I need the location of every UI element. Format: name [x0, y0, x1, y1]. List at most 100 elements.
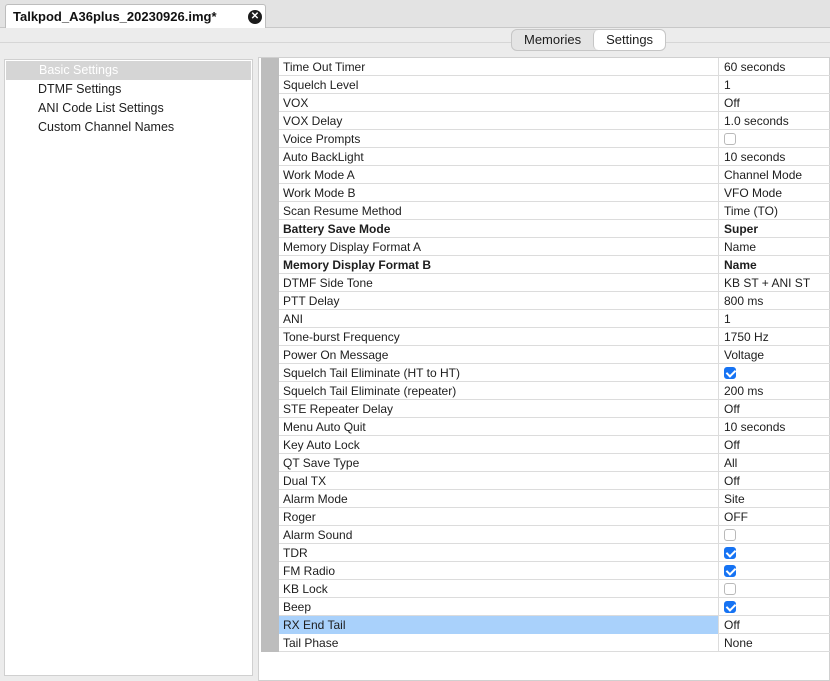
- setting-value[interactable]: Super: [720, 220, 830, 238]
- table-row[interactable]: Alarm Sound: [279, 526, 830, 544]
- setting-value[interactable]: Off: [720, 436, 830, 454]
- setting-value[interactable]: All: [720, 454, 830, 472]
- setting-value[interactable]: Off: [720, 94, 830, 112]
- table-row[interactable]: DTMF Side Tone KB ST + ANI ST: [279, 274, 830, 292]
- setting-value[interactable]: 10 seconds: [720, 148, 830, 166]
- setting-name: Battery Save Mode: [279, 220, 719, 238]
- setting-name: STE Repeater Delay: [279, 400, 719, 418]
- setting-value[interactable]: KB ST + ANI ST: [720, 274, 830, 292]
- view-switcher: Memories Settings: [511, 29, 667, 51]
- table-row[interactable]: Roger OFF: [279, 508, 830, 526]
- checkbox-checked[interactable]: [724, 547, 736, 559]
- setting-value[interactable]: Off: [720, 616, 830, 634]
- setting-name: Squelch Level: [279, 76, 719, 94]
- table-row[interactable]: FM Radio: [279, 562, 830, 580]
- table-row[interactable]: Work Mode A Channel Mode: [279, 166, 830, 184]
- tab-settings[interactable]: Settings: [593, 30, 666, 50]
- table-row[interactable]: Memory Display Format A Name: [279, 238, 830, 256]
- setting-value[interactable]: 200 ms: [720, 382, 830, 400]
- table-row[interactable]: ANI 1: [279, 310, 830, 328]
- checkbox-unchecked[interactable]: [724, 583, 736, 595]
- table-row[interactable]: VOX Off: [279, 94, 830, 112]
- setting-value[interactable]: Off: [720, 472, 830, 490]
- setting-name: Memory Display Format A: [279, 238, 719, 256]
- setting-name: Tail Phase: [279, 634, 719, 652]
- table-row[interactable]: Squelch Tail Eliminate (repeater) 200 ms: [279, 382, 830, 400]
- setting-name: KB Lock: [279, 580, 719, 598]
- sidebar-item-ani-code-list-settings[interactable]: ANI Code List Settings: [5, 99, 252, 118]
- setting-name: Key Auto Lock: [279, 436, 719, 454]
- setting-value[interactable]: 60 seconds: [720, 58, 830, 76]
- close-tab-icon[interactable]: ✕: [248, 10, 262, 24]
- setting-value[interactable]: Name: [720, 256, 830, 274]
- sidebar-item-custom-channel-names[interactable]: Custom Channel Names: [5, 118, 252, 137]
- setting-name: DTMF Side Tone: [279, 274, 719, 292]
- sidebar-item-basic-settings[interactable]: Basic Settings: [6, 61, 251, 80]
- table-row[interactable]: Tone-burst Frequency 1750 Hz: [279, 328, 830, 346]
- setting-value[interactable]: Name: [720, 238, 830, 256]
- setting-value[interactable]: Site: [720, 490, 830, 508]
- setting-name: Memory Display Format B: [279, 256, 719, 274]
- table-row[interactable]: Squelch Tail Eliminate (HT to HT): [279, 364, 830, 382]
- table-row[interactable]: Scan Resume Method Time (TO): [279, 202, 830, 220]
- setting-value-cell: [720, 598, 830, 616]
- setting-value[interactable]: 1: [720, 76, 830, 94]
- setting-name: Beep: [279, 598, 719, 616]
- table-row[interactable]: Memory Display Format B Name: [279, 256, 830, 274]
- setting-value[interactable]: Voltage: [720, 346, 830, 364]
- table-row[interactable]: RX End Tail Off: [279, 616, 830, 634]
- setting-name: Tone-burst Frequency: [279, 328, 719, 346]
- table-row[interactable]: TDR: [279, 544, 830, 562]
- setting-value[interactable]: 1.0 seconds: [720, 112, 830, 130]
- checkbox-checked[interactable]: [724, 601, 736, 613]
- table-row[interactable]: Beep: [279, 598, 830, 616]
- setting-name: Auto BackLight: [279, 148, 719, 166]
- setting-value[interactable]: 1750 Hz: [720, 328, 830, 346]
- setting-name: Time Out Timer: [279, 58, 719, 76]
- setting-name: Scan Resume Method: [279, 202, 719, 220]
- setting-value[interactable]: VFO Mode: [720, 184, 830, 202]
- setting-name: Work Mode A: [279, 166, 719, 184]
- setting-value[interactable]: 800 ms: [720, 292, 830, 310]
- table-row[interactable]: Alarm Mode Site: [279, 490, 830, 508]
- setting-value[interactable]: Off: [720, 400, 830, 418]
- setting-value[interactable]: 1: [720, 310, 830, 328]
- settings-table: Time Out Timer 60 seconds Squelch Level 1 VO…: [258, 57, 830, 681]
- setting-name: Alarm Mode: [279, 490, 719, 508]
- sidebar-item-dtmf-settings[interactable]: DTMF Settings: [5, 80, 252, 99]
- table-row[interactable]: PTT Delay 800 ms: [279, 292, 830, 310]
- table-row[interactable]: Menu Auto Quit 10 seconds: [279, 418, 830, 436]
- setting-name: Roger: [279, 508, 719, 526]
- setting-value-cell: [720, 364, 830, 382]
- file-tab[interactable]: Talkpod_A36plus_20230926.img* ✕: [5, 4, 266, 29]
- table-row[interactable]: VOX Delay 1.0 seconds: [279, 112, 830, 130]
- checkbox-unchecked[interactable]: [724, 133, 736, 145]
- setting-value[interactable]: Channel Mode: [720, 166, 830, 184]
- table-row[interactable]: Squelch Level 1: [279, 76, 830, 94]
- setting-value[interactable]: Time (TO): [720, 202, 830, 220]
- checkbox-checked[interactable]: [724, 565, 736, 577]
- setting-value[interactable]: None: [720, 634, 830, 652]
- checkbox-checked[interactable]: [724, 367, 736, 379]
- setting-name: VOX Delay: [279, 112, 719, 130]
- table-row[interactable]: Voice Prompts: [279, 130, 830, 148]
- table-row[interactable]: Dual TX Off: [279, 472, 830, 490]
- table-row[interactable]: KB Lock: [279, 580, 830, 598]
- table-row[interactable]: Time Out Timer 60 seconds: [279, 58, 830, 76]
- table-row[interactable]: Work Mode B VFO Mode: [279, 184, 830, 202]
- setting-name: Squelch Tail Eliminate (HT to HT): [279, 364, 719, 382]
- table-row[interactable]: Key Auto Lock Off: [279, 436, 830, 454]
- table-row[interactable]: Power On Message Voltage: [279, 346, 830, 364]
- setting-value[interactable]: 10 seconds: [720, 418, 830, 436]
- checkbox-unchecked[interactable]: [724, 529, 736, 541]
- settings-group-list: Basic Settings DTMF Settings ANI Code Li…: [4, 59, 253, 676]
- table-row[interactable]: STE Repeater Delay Off: [279, 400, 830, 418]
- setting-value[interactable]: OFF: [720, 508, 830, 526]
- table-row[interactable]: Auto BackLight 10 seconds: [279, 148, 830, 166]
- setting-name: QT Save Type: [279, 454, 719, 472]
- tab-memories[interactable]: Memories: [512, 30, 593, 50]
- table-row[interactable]: QT Save Type All: [279, 454, 830, 472]
- setting-name: Alarm Sound: [279, 526, 719, 544]
- table-row[interactable]: Battery Save Mode Super: [279, 220, 830, 238]
- table-row[interactable]: Tail Phase None: [279, 634, 830, 652]
